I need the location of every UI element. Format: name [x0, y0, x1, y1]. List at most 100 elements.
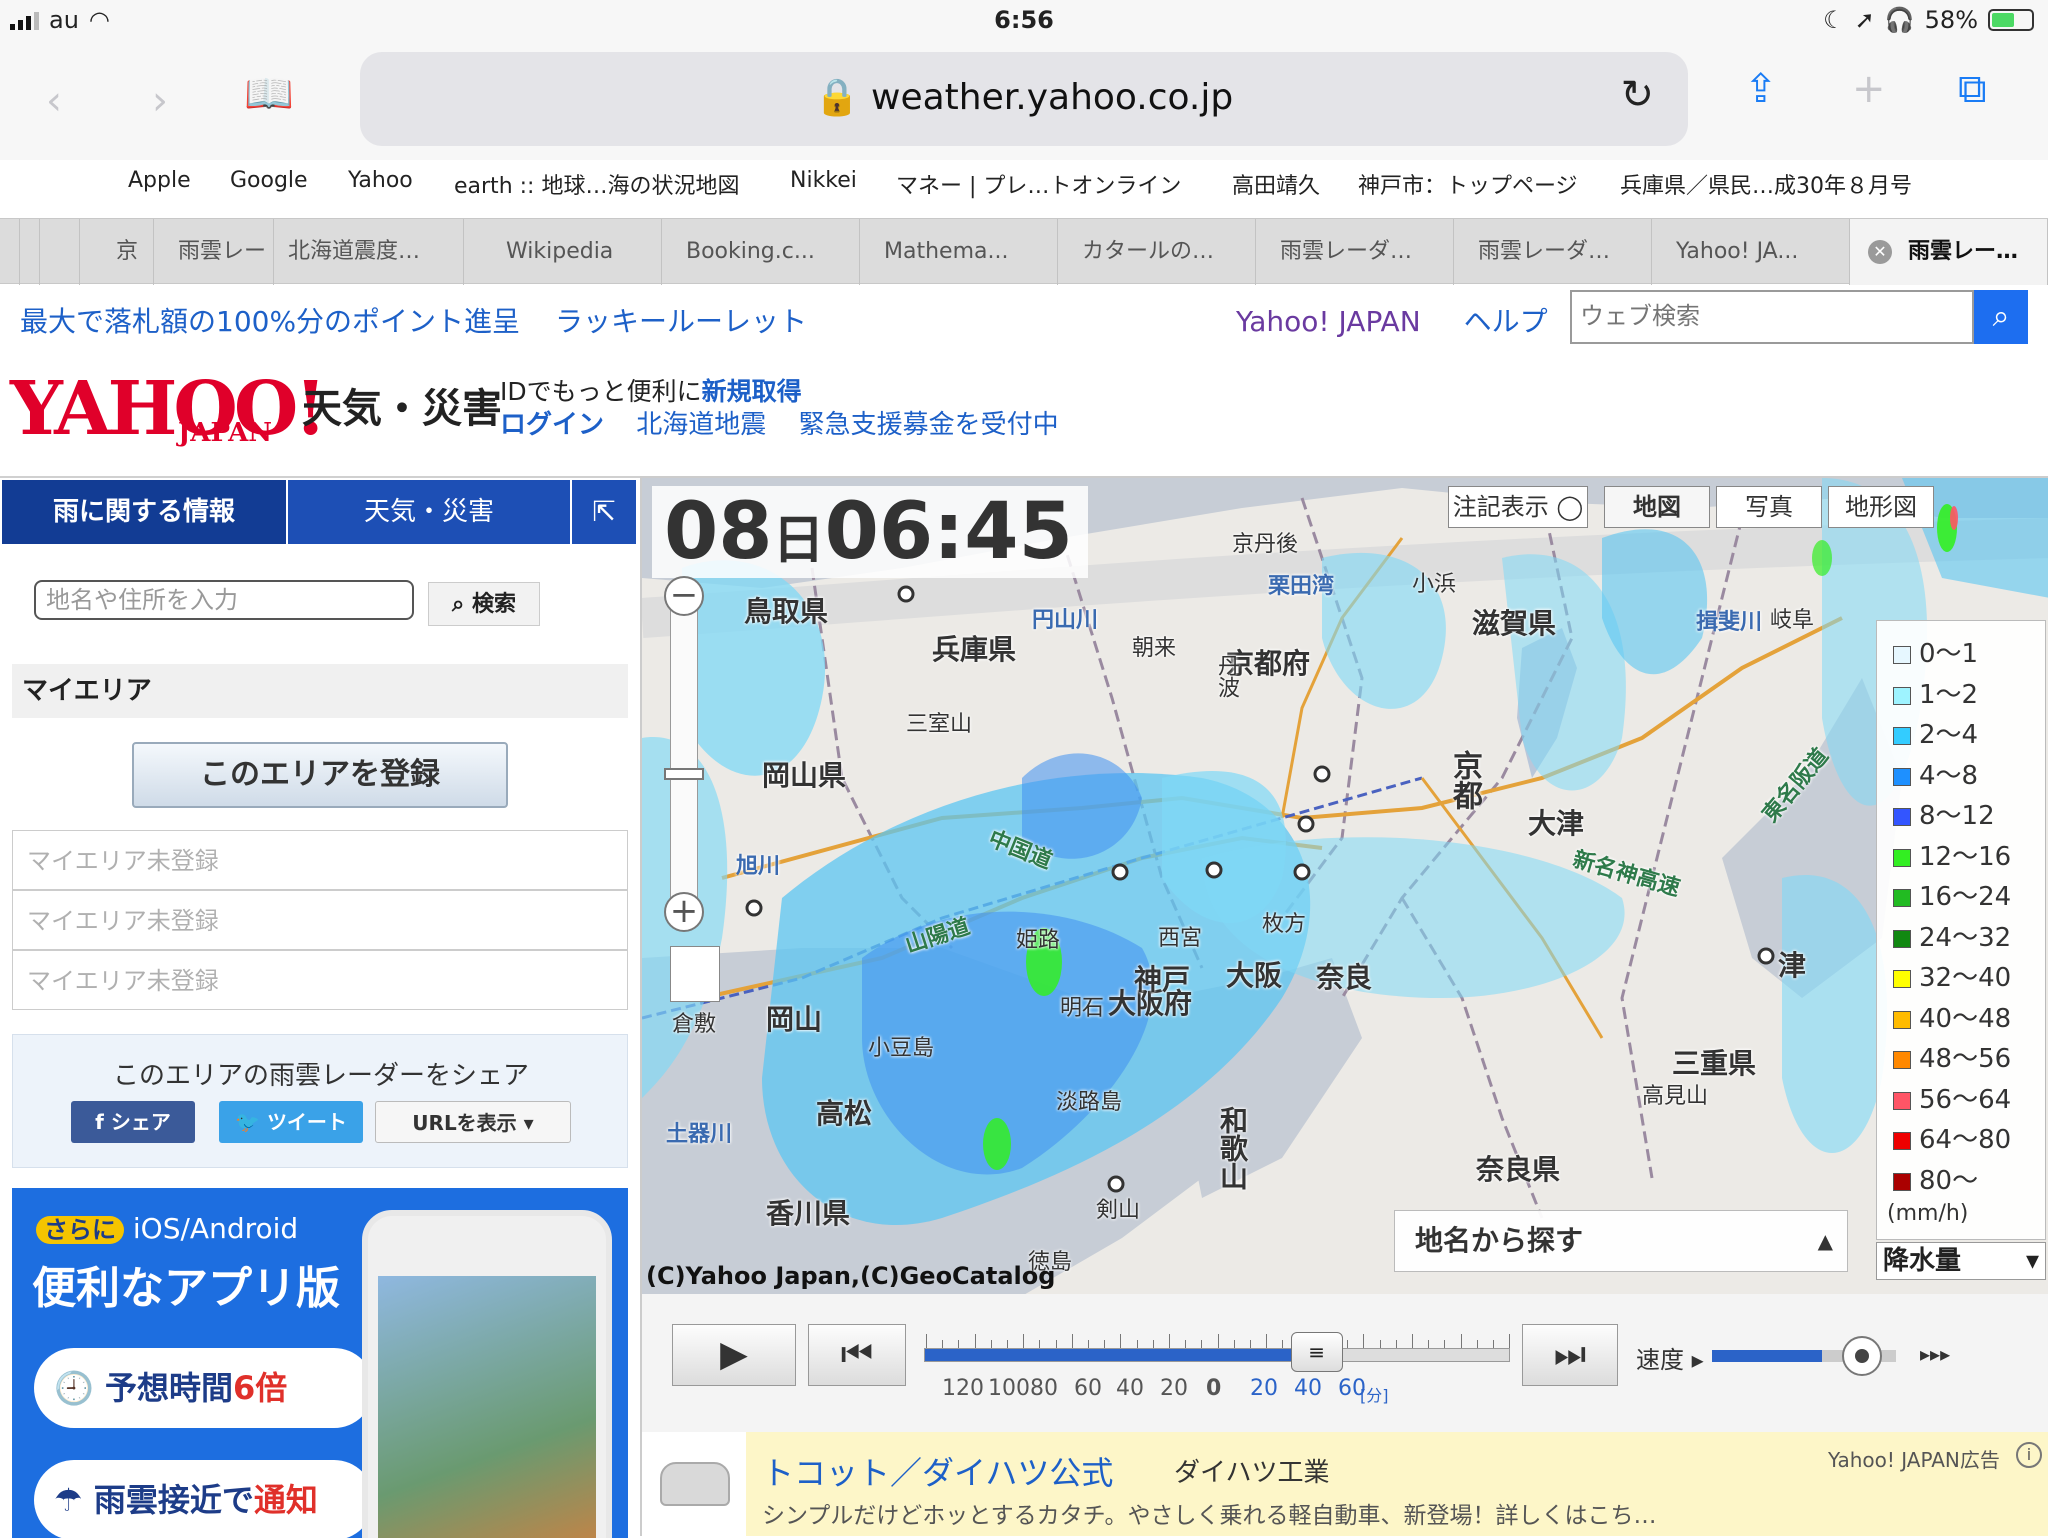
timeline-tick — [1217, 1334, 1219, 1348]
zoom-handle[interactable] — [664, 768, 704, 780]
new-account-link[interactable]: 新規取得 — [702, 377, 802, 406]
tab-weather[interactable]: 天気・災害 — [288, 480, 570, 544]
timeline-handle[interactable]: ≡ — [1290, 1332, 1343, 1372]
yahoo-logo[interactable]: YAHOO! — [10, 366, 327, 452]
timeline-label: 20 — [1160, 1376, 1188, 1401]
legend-row: 0〜1 — [1893, 633, 1978, 669]
bookmark-item[interactable]: Nikkei — [790, 168, 857, 193]
zoom-slider[interactable] — [670, 592, 698, 912]
browser-toolbar: ‹ › 📖 🔒 weather.yahoo.co.jp ↻ ⇪ + ⧉ Appl… — [0, 40, 2048, 199]
bookmark-item[interactable]: 神戸市：トップページ — [1358, 168, 1578, 200]
promo-link[interactable]: 最大で落札額の100%分のポイント進呈 — [20, 305, 520, 338]
tab[interactable]: Mathema... — [860, 219, 1058, 285]
myarea-slot[interactable]: マイエリア未登録 — [12, 890, 628, 950]
legend-row: 8〜12 — [1893, 795, 1995, 831]
reload-icon[interactable]: ↻ — [1620, 72, 1654, 118]
tab-rain-info[interactable]: 雨に関する情報 — [2, 480, 286, 544]
share-icon[interactable]: ⇪ — [1744, 66, 1778, 112]
tab[interactable]: 雨雲レーダ… — [1256, 219, 1454, 285]
tab[interactable]: 雨雲レーダ… — [1454, 219, 1652, 285]
map-label-tamba: 丹波 — [1214, 654, 1239, 698]
bookmark-item[interactable]: マネー | プレ…トオンライン — [896, 168, 1181, 200]
weather-disaster-title[interactable]: 天気・災害 — [302, 376, 502, 434]
timeline-tick — [1136, 1340, 1138, 1348]
myarea-slot[interactable]: マイエリア未登録 — [12, 830, 628, 890]
sponsored-ad[interactable]: トコット／ダイハツ公式 ダイハツ工業 Yahoo! JAPAN広告 i シンプル… — [640, 1432, 2048, 1536]
bookmark-item[interactable]: 高田靖久 — [1232, 168, 1320, 200]
search-icon[interactable]: ⌕ — [1974, 290, 2028, 344]
map-label-okayama: 岡山県 — [762, 759, 847, 792]
place-input[interactable]: 地名や住所を入力 — [34, 580, 414, 620]
new-tab-icon[interactable]: + — [1852, 66, 1886, 112]
bookmark-item[interactable]: Google — [230, 168, 308, 193]
playback-controls: ▶ ⏮ ≡ 120 100 80 60 40 20 0 20 40 60 [分] ⏭ 速度 ▸ ▸▸… — [640, 1294, 2048, 1432]
address-bar[interactable]: 🔒 weather.yahoo.co.jp ↻ — [360, 52, 1688, 146]
tab-stub[interactable] — [20, 219, 40, 285]
map-label-asahi: 旭川 — [736, 854, 781, 879]
map-label-hirakata: 枚方 — [1262, 912, 1307, 937]
tabs-icon[interactable]: ⧉ — [1958, 66, 1987, 112]
collapse-icon[interactable]: ⇱ — [572, 480, 636, 544]
skip-back-icon: ⏮ — [840, 1334, 874, 1375]
timeline-label: 40 — [1116, 1376, 1144, 1401]
zoom-out-button[interactable]: − — [664, 576, 704, 616]
step-forward-button[interactable]: ⏭ — [1522, 1324, 1618, 1386]
web-search-input[interactable] — [1572, 292, 1952, 340]
app-ad-banner[interactable]: さらに iOS/Android 便利なアプリ版 🕘 予想時間6倍 ☂ 雨雲接近で… — [12, 1188, 628, 1538]
zoom-in-button[interactable]: + — [664, 892, 704, 932]
show-url-label: URLを表示 — [412, 1111, 517, 1135]
back-icon[interactable]: ‹ — [46, 78, 62, 124]
play-button[interactable]: ▶ — [672, 1324, 796, 1386]
help-link[interactable]: ヘルプ — [1464, 305, 1548, 338]
info-icon[interactable]: i — [2016, 1442, 2042, 1468]
timeline-track[interactable] — [924, 1348, 1510, 1362]
myarea-slot[interactable]: マイエリア未登録 — [12, 950, 628, 1010]
donation-link[interactable]: 緊急支援募金を受付中 — [799, 410, 1059, 440]
yahoo-japan-link[interactable]: Yahoo! JAPAN — [1236, 305, 1421, 338]
bookmark-item[interactable]: earth :: 地球…海の状況地図 — [454, 168, 739, 200]
bookmark-item[interactable]: Yahoo — [348, 168, 413, 193]
legend-swatch — [1893, 686, 1911, 705]
timeline-tick — [1493, 1340, 1494, 1348]
speed-handle[interactable] — [1842, 1336, 1883, 1376]
rewind-button[interactable]: ⏮ — [808, 1324, 906, 1386]
tab-stub[interactable] — [40, 219, 80, 285]
tweet-button[interactable]: 🐦 ツイート — [219, 1101, 363, 1143]
map-canvas[interactable] — [642, 478, 2048, 1294]
tab[interactable]: 京 — [80, 219, 154, 285]
ad-title[interactable]: トコット／ダイハツ公式 — [762, 1448, 1113, 1494]
map-label-tsu: 津 — [1778, 949, 1807, 982]
tab[interactable]: Yahoo! JA... — [1652, 219, 1850, 285]
map-label-kurita: 栗田湾 — [1268, 574, 1335, 599]
promo-link[interactable]: ラッキールーレット — [555, 305, 807, 338]
place-search-button[interactable]: ⌕ 検索 — [428, 582, 540, 626]
tab[interactable]: 雨雲レー — [154, 219, 274, 285]
annotation-toggle[interactable]: 注記表示 ◯ — [1448, 486, 1588, 528]
tab[interactable]: カタールの… — [1058, 219, 1256, 285]
forward-icon[interactable]: › — [152, 78, 168, 124]
legend-select[interactable]: 降水量 ▾ — [1876, 1242, 2046, 1280]
view-map-button[interactable]: 地図 — [1604, 486, 1710, 528]
tab-active[interactable]: ✕ 雨雲レー… — [1850, 219, 2048, 285]
area-select-icon[interactable] — [670, 946, 720, 1002]
tab-stub[interactable] — [0, 219, 20, 285]
legend-swatch — [1893, 1051, 1911, 1069]
facebook-share-button[interactable]: f シェア — [71, 1101, 195, 1143]
rain-radar-map[interactable]: 鳥取県 兵庫県 京都府 滋賀県 岡山県 大阪府 三重県 奈良県 香川県 京丹後 … — [640, 476, 2048, 1294]
hokkaido-quake-link[interactable]: 北海道地震 — [636, 410, 766, 440]
close-tab-icon[interactable]: ✕ — [1868, 240, 1892, 264]
bookmark-item[interactable]: Apple — [128, 168, 191, 193]
bookmarks-icon[interactable]: 📖 — [244, 70, 294, 117]
show-url-button[interactable]: URLを表示 ▾ — [375, 1101, 571, 1143]
place-finder[interactable]: 地名から探す ▲ — [1394, 1210, 1848, 1272]
view-photo-button[interactable]: 写真 — [1716, 486, 1822, 528]
tab[interactable]: Wikipedia — [464, 219, 662, 285]
speed-label: 速度 ▸ — [1636, 1346, 1704, 1374]
login-link[interactable]: ログイン — [500, 410, 604, 440]
view-terrain-button[interactable]: 地形図 — [1828, 486, 1934, 528]
tab[interactable]: 北海道震度… — [264, 219, 464, 285]
rain-cell-intense — [983, 1118, 1011, 1170]
tab[interactable]: Booking.c... — [662, 219, 860, 285]
bookmark-item[interactable]: 兵庫県／県民…成30年８月号 — [1620, 168, 1912, 200]
register-area-button[interactable]: このエリアを登録 — [132, 742, 508, 808]
